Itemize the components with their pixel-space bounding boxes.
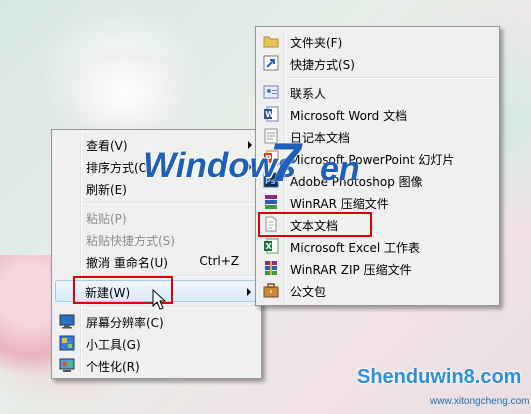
briefcase-icon bbox=[263, 282, 279, 298]
submenu-item-briefcase[interactable]: 公文包 bbox=[258, 279, 497, 301]
submenu-item-contact[interactable]: 联系人 bbox=[258, 81, 497, 103]
submenu-item-winrar-zip[interactable]: WinRAR ZIP 压缩文件 bbox=[258, 257, 497, 279]
menu-item-label: 刷新(E) bbox=[86, 183, 127, 197]
excel-icon: X bbox=[263, 238, 279, 254]
submenu-item-excel[interactable]: X Microsoft Excel 工作表 bbox=[258, 235, 497, 257]
menu-item-label: 粘贴(P) bbox=[86, 212, 127, 226]
menu-separator bbox=[82, 306, 259, 308]
personalize-icon bbox=[59, 357, 75, 373]
submenu-item-label: 快捷方式(S) bbox=[290, 58, 355, 72]
svg-text:X: X bbox=[266, 242, 273, 251]
menu-item-gadgets[interactable]: 小工具(G) bbox=[54, 332, 259, 354]
submenu-item-label: 公文包 bbox=[290, 285, 327, 299]
submenu-item-folder[interactable]: 文件夹(F) bbox=[258, 30, 497, 52]
display-icon bbox=[59, 313, 75, 329]
menu-item-screen-resolution[interactable]: 屏幕分辨率(C) bbox=[54, 310, 259, 332]
menu-item-paste-shortcut[interactable]: 粘贴快捷方式(S) bbox=[54, 228, 259, 250]
menu-item-label: 小工具(G) bbox=[86, 338, 141, 352]
menu-item-label: 个性化(R) bbox=[86, 360, 140, 374]
watermark-logo-tail: en bbox=[320, 150, 360, 188]
submenu-item-label: Microsoft Word 文档 bbox=[290, 109, 408, 123]
submenu-item-word[interactable]: W Microsoft Word 文档 bbox=[258, 103, 497, 125]
submenu-item-label: Microsoft PowerPoint 幻灯片 bbox=[290, 153, 455, 167]
menu-item-label: 屏幕分辨率(C) bbox=[86, 316, 164, 330]
contact-icon bbox=[263, 84, 279, 100]
submenu-item-winrar[interactable]: WinRAR 压缩文件 bbox=[258, 191, 497, 213]
word-icon: W bbox=[263, 106, 279, 122]
submenu-item-label: 文件夹(F) bbox=[290, 36, 343, 50]
menu-item-label: 撤消 重命名(U) bbox=[86, 256, 168, 270]
menu-item-shortcut: Ctrl+Z bbox=[199, 254, 239, 268]
shortcut-icon bbox=[263, 55, 279, 71]
folder-icon bbox=[263, 33, 279, 49]
submenu-item-label: Microsoft Excel 工作表 bbox=[290, 241, 421, 255]
mouse-cursor-icon bbox=[152, 289, 166, 310]
gadgets-icon bbox=[59, 335, 75, 351]
menu-item-label: 粘贴快捷方式(S) bbox=[86, 234, 175, 248]
watermark-site-url: www.xitongcheng.com bbox=[430, 396, 530, 407]
submenu-item-shortcut[interactable]: 快捷方式(S) bbox=[258, 52, 497, 74]
submenu-item-label: 联系人 bbox=[290, 87, 327, 101]
menu-item-personalize[interactable]: 个性化(R) bbox=[54, 354, 259, 376]
watermark-logo-seven: 7 bbox=[270, 131, 301, 193]
menu-item-paste[interactable]: 粘贴(P) bbox=[54, 206, 259, 228]
menu-separator bbox=[286, 77, 497, 79]
svg-text:W: W bbox=[265, 110, 274, 119]
submenu-item-label: WinRAR 压缩文件 bbox=[290, 197, 389, 211]
winrar-zip-icon bbox=[263, 260, 279, 276]
winrar-icon bbox=[263, 194, 279, 210]
menu-item-label: 查看(V) bbox=[86, 139, 128, 153]
submenu-item-label: WinRAR ZIP 压缩文件 bbox=[290, 263, 412, 277]
watermark-site: Shenduwin8.com bbox=[357, 366, 522, 388]
submenu-arrow-icon bbox=[247, 288, 251, 296]
annotation-highlight-text-document bbox=[258, 212, 372, 237]
menu-separator bbox=[82, 202, 259, 204]
menu-item-undo-rename[interactable]: 撤消 重命名(U) Ctrl+Z bbox=[54, 250, 259, 272]
